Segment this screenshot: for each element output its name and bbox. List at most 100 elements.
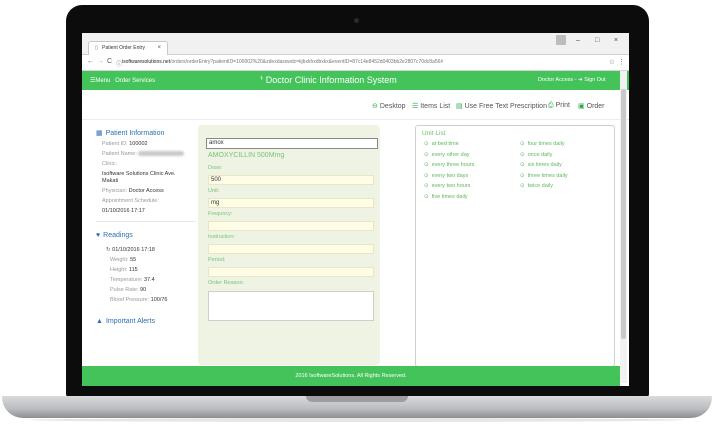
circle-check-icon: ⊙ (520, 172, 525, 179)
webcam (354, 18, 359, 23)
temperature-value: 37.4 (143, 277, 155, 283)
redacted-name (138, 151, 185, 157)
alerts-title: Important Alerts (105, 318, 155, 325)
reading-datetime: ↻ 01/10/2016 17:18 (106, 247, 196, 254)
items-list-button[interactable]: ☰ Items List (412, 102, 450, 110)
clock-icon: ↻ (106, 247, 111, 253)
url-field[interactable]: isoftwaresolutions.net/orders/orderEntry… (122, 59, 592, 65)
unit-option[interactable]: ⊙ every three hours (424, 162, 474, 173)
order-button[interactable]: ▣ Order (578, 102, 605, 110)
temperature-label: Temperature: (110, 277, 143, 283)
readings-title: Readings (103, 232, 133, 239)
back-arrow-icon[interactable]: ← (87, 58, 94, 65)
circle-check-icon: ⊙ (520, 141, 525, 147)
circle-check-icon: ⊙ (424, 193, 429, 200)
unit-option[interactable]: ⊙ once daily (520, 152, 568, 163)
unit-option[interactable]: ⊙ at bed time (424, 141, 474, 152)
unit-option[interactable]: ⊙ every two hours (424, 183, 474, 194)
print-button[interactable]: ⎙ Print (548, 102, 570, 110)
unit-option[interactable]: ⊙ four times daily (520, 141, 568, 152)
schedule-value: 01/10/2016 17:17 (102, 208, 196, 215)
clinic-name: Isoftware Solutions Clinic Ave. (102, 171, 176, 177)
selected-drug-name: AMOXYCILLIN 500Mmg (208, 152, 285, 159)
bookmark-star-icon[interactable]: ☆ (609, 58, 615, 66)
profile-icon[interactable] (556, 35, 566, 45)
tab-title: Patient Order Entry (102, 45, 145, 51)
frequency-input[interactable] (208, 221, 374, 231)
unit-option-label: once daily (527, 151, 553, 158)
unit-option-label: every other day (431, 151, 470, 158)
forward-arrow-icon[interactable]: → (97, 58, 104, 65)
order-services-link[interactable]: Order Services (115, 78, 155, 84)
physician-row: Physician: Doctor Access (102, 188, 196, 195)
scrollbar-thumb[interactable] (621, 89, 626, 339)
menu-button[interactable]: ☰Menu Order Services (90, 77, 155, 84)
circle-check-icon: ⊙ (424, 162, 429, 168)
app-footer: 2016 IsoftwareSolutions. All Rights Rese… (82, 366, 620, 386)
clinic-label: Clinic: (102, 161, 117, 167)
instruction-label: Instruction: (208, 234, 235, 240)
dose-input[interactable]: 500 (208, 175, 374, 185)
unit-option-label: every two days (431, 172, 469, 179)
browser-titlebar: ▯ Patient Order Entry × – □ × (82, 33, 629, 55)
alerts-heading: ▲ Important Alerts (96, 318, 196, 325)
unit-list-title: Unit List (422, 130, 446, 137)
url-path: /orders/orderEntry?patientID=100002%20&z… (170, 59, 444, 65)
desktop-label: Desktop (379, 103, 406, 110)
circle-check-icon: ⊙ (520, 162, 525, 168)
unit-option-label: every two hours (431, 183, 471, 189)
reload-icon[interactable]: C (107, 58, 112, 65)
drug-search-input[interactable]: amox (206, 138, 378, 149)
warning-icon: ▲ (96, 318, 103, 325)
weight-value: 55 (130, 257, 137, 263)
circle-check-icon: ⊙ (424, 183, 429, 189)
circle-check-icon: ⊙ (424, 151, 429, 158)
patient-info-title: Patient Information (105, 130, 165, 137)
maximize-icon[interactable]: □ (595, 37, 599, 44)
desktop-icon: ⊖ (372, 103, 378, 110)
browser-tab[interactable]: ▯ Patient Order Entry × (88, 41, 168, 55)
free-text-label: Use Free Text Prescription (464, 103, 547, 110)
free-text-prescription-button[interactable]: ▤ Use Free Text Prescription (456, 102, 547, 110)
tab-page-icon: ▯ (95, 45, 98, 51)
list-icon: ☰ (412, 103, 419, 110)
sign-out-link[interactable]: Sign Out (584, 77, 605, 83)
tab-close-icon[interactable]: × (157, 45, 161, 51)
dose-label: Dose: (208, 165, 223, 171)
patient-id-value: 100002 (129, 141, 148, 147)
order-reason-textarea[interactable] (208, 291, 374, 321)
desktop-button[interactable]: ⊖ Desktop (372, 102, 406, 110)
period-label: Period: (208, 257, 226, 263)
app-title: ⚕ Doctor Clinic Information System (260, 75, 397, 85)
minimize-icon[interactable]: – (576, 37, 580, 44)
unit-label: Unit: (208, 188, 220, 194)
unit-option[interactable]: ⊙ five times daily (424, 194, 474, 205)
frequency-label: Frequncy: (208, 211, 233, 217)
clinic-value: Isoftware Solutions Clinic Ave. Makati (102, 171, 196, 185)
patient-info-heading: ▦ Patient Information (96, 129, 196, 137)
laptop-notch (306, 396, 408, 402)
save-icon: ▣ (578, 103, 585, 110)
circle-check-icon: ⊙ (424, 172, 429, 179)
unit-input[interactable]: mg (208, 198, 374, 208)
unit-option[interactable]: ⊙ twice daily (520, 183, 568, 194)
unit-option[interactable]: ⊙ three times daily (520, 173, 568, 184)
browser-window: ▯ Patient Order Entry × – □ × ← → C ⓘ is… (82, 33, 629, 386)
circle-check-icon: ⊙ (424, 141, 429, 147)
unit-option-label: four times daily (527, 141, 565, 147)
weight-label: Weight: (110, 257, 129, 263)
menu-label: ☰Menu (90, 78, 111, 84)
window-close-icon[interactable]: × (614, 37, 618, 44)
patient-panel: ▦ Patient Information Patient ID: 100002 … (96, 129, 196, 369)
unit-option-label: three times daily (527, 172, 568, 179)
unit-list-column-2: ⊙ four times daily ⊙ once daily ⊙ six times… (520, 141, 568, 194)
calendar-icon: ▦ (96, 130, 103, 137)
height-row: Height: 115 (110, 267, 196, 274)
circle-check-icon: ⊙ (520, 151, 525, 158)
instruction-input[interactable] (208, 244, 374, 254)
unit-option[interactable]: ⊙ six times daily (520, 162, 568, 173)
unit-option[interactable]: ⊙ every two days (424, 173, 474, 184)
browser-menu-icon[interactable]: ⋮ (618, 58, 625, 66)
unit-option[interactable]: ⊙ every other day (424, 152, 474, 163)
period-input[interactable] (208, 267, 374, 277)
